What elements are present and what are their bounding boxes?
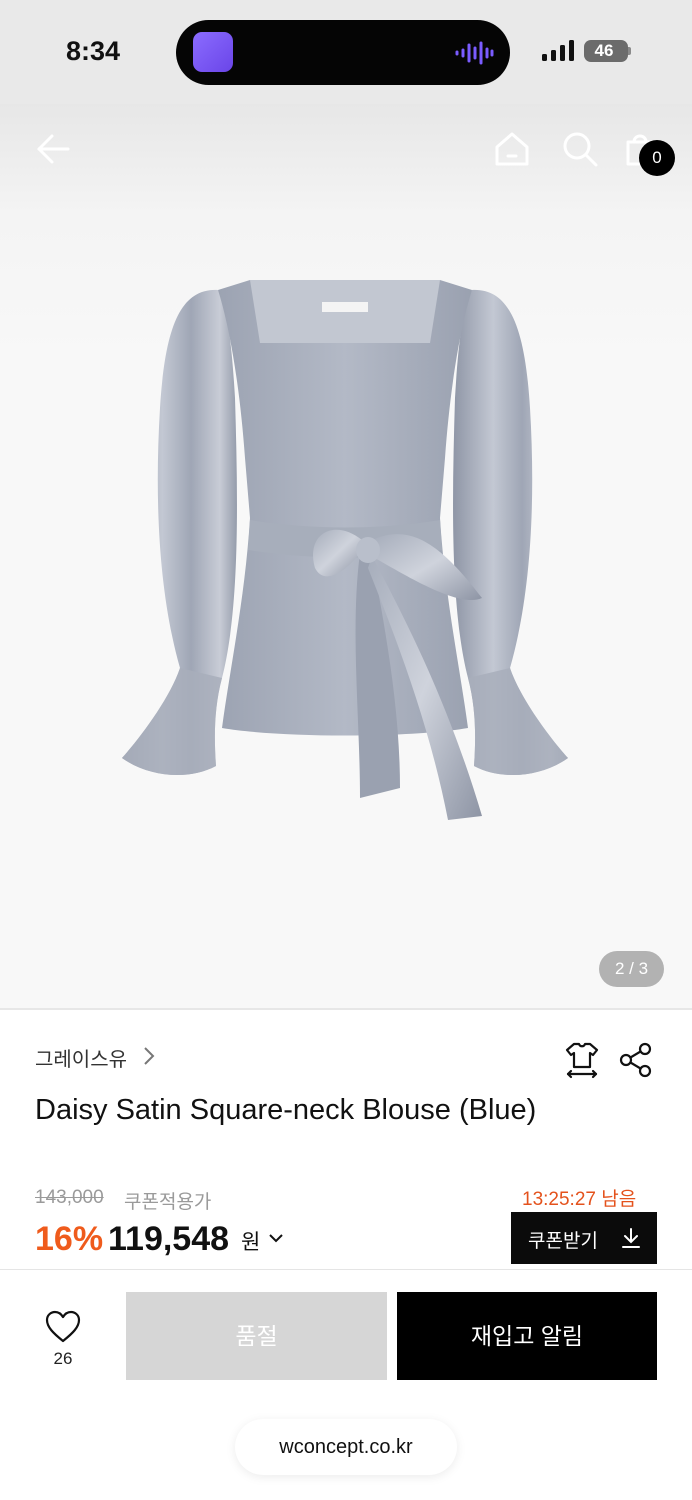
browser-url-bar[interactable]: wconcept.co.kr bbox=[235, 1419, 457, 1475]
battery-level: 46 bbox=[594, 41, 614, 60]
home-icon[interactable] bbox=[493, 130, 531, 168]
size-guide-icon[interactable] bbox=[562, 1041, 602, 1079]
battery-icon: 46 bbox=[584, 40, 628, 62]
back-arrow-icon[interactable] bbox=[34, 130, 72, 168]
soldout-button[interactable]: 품절 bbox=[126, 1292, 387, 1380]
coupon-price-label: 쿠폰적용가 bbox=[124, 1192, 212, 1213]
share-icon[interactable] bbox=[618, 1042, 654, 1078]
heart-icon[interactable] bbox=[45, 1310, 81, 1344]
currency-unit: 원 bbox=[241, 1231, 261, 1254]
sale-price: 119,548 bbox=[108, 1220, 230, 1258]
countdown-timer: 13:25:27 남음 bbox=[522, 1189, 637, 1210]
like-count: 26 bbox=[53, 1349, 73, 1368]
discount-rate: 16% bbox=[35, 1220, 104, 1258]
audio-wave-icon bbox=[455, 41, 494, 65]
app-icon bbox=[193, 32, 233, 72]
restock-alert-button[interactable]: 재입고 알림 bbox=[397, 1292, 657, 1380]
search-icon[interactable] bbox=[561, 130, 599, 168]
product-title: Daisy Satin Square-neck Blouse (Blue) bbox=[35, 1094, 537, 1126]
original-price: 143,000 bbox=[35, 1187, 104, 1208]
image-pager: 2 / 3 bbox=[599, 951, 664, 987]
gallery-divider bbox=[0, 1008, 692, 1010]
coupon-button-label: 쿠폰받기 bbox=[528, 1231, 598, 1252]
battery-nub bbox=[628, 47, 631, 55]
product-photo[interactable] bbox=[110, 268, 580, 828]
section-divider bbox=[0, 1269, 692, 1270]
status-time: 8:34 bbox=[66, 36, 121, 66]
chevron-down-icon[interactable] bbox=[268, 1230, 284, 1246]
signal-icon bbox=[542, 40, 574, 61]
cart-count-badge[interactable]: 0 bbox=[639, 140, 675, 176]
dynamic-island bbox=[176, 20, 510, 85]
brand-link[interactable]: 그레이스유 bbox=[35, 1043, 127, 1072]
download-icon bbox=[622, 1228, 640, 1248]
chevron-right-icon[interactable] bbox=[142, 1046, 156, 1066]
coupon-download-button[interactable]: 쿠폰받기 bbox=[511, 1212, 657, 1264]
